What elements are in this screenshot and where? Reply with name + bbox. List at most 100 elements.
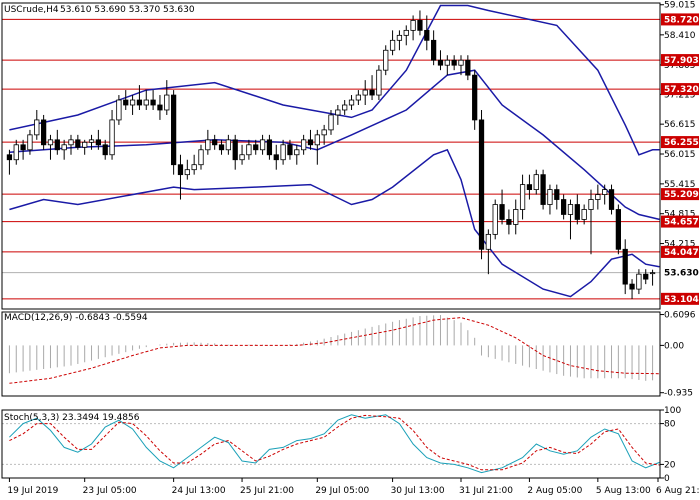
bullish-candle: [513, 209, 519, 225]
bullish-candle: [280, 144, 286, 161]
bullish-candle: [602, 189, 608, 195]
chart-background: [0, 0, 700, 500]
bullish-candle: [34, 119, 40, 136]
bearish-candle: [20, 144, 26, 151]
bearish-candle: [253, 144, 259, 151]
bullish-candle: [27, 134, 33, 151]
bullish-candle: [485, 233, 491, 250]
bullish-candle: [335, 109, 341, 116]
bearish-candle: [540, 174, 546, 205]
bearish-candle: [506, 219, 512, 225]
level-label: 53.104: [664, 295, 699, 305]
bullish-candle: [13, 144, 19, 161]
bullish-candle: [68, 139, 74, 146]
bearish-candle: [499, 204, 505, 220]
bearish-candle: [643, 273, 649, 280]
time-tick-label: 30 Jul 13:00: [391, 486, 445, 496]
bearish-candle: [437, 59, 444, 66]
bearish-candle: [75, 139, 81, 148]
level-label: 55.209: [664, 190, 699, 200]
price-tick-label: 58.410: [664, 31, 696, 41]
macd-title: MACD(12,26,9) -0.6843 -0.5594: [4, 313, 148, 323]
bullish-candle: [184, 169, 190, 176]
bearish-candle: [369, 89, 375, 96]
bearish-candle: [171, 94, 177, 166]
macd-tick-label: 0.6096: [664, 311, 696, 321]
bearish-candle: [465, 59, 471, 76]
time-tick-label: 23 Jul 05:00: [83, 486, 137, 496]
time-tick-label: 24 Jul 13:00: [172, 486, 226, 496]
bullish-candle: [533, 174, 539, 190]
stoch-tick-label: 0: [664, 474, 670, 484]
bullish-candle: [129, 99, 136, 106]
bearish-candle: [266, 139, 273, 156]
time-tick-label: 25 Jul 21:00: [240, 486, 294, 496]
bullish-candle: [403, 29, 409, 36]
bearish-candle: [561, 199, 567, 215]
bullish-candle: [314, 134, 320, 146]
bullish-candle: [259, 139, 266, 151]
trading-chart: 59.01558.41057.80557.21556.61556.01555.4…: [0, 0, 700, 500]
bullish-candle: [225, 139, 231, 151]
level-label: 54.657: [664, 218, 699, 228]
bullish-candle: [191, 164, 197, 171]
bullish-candle: [444, 59, 450, 66]
bullish-candle: [492, 204, 498, 235]
bullish-candle: [348, 99, 355, 106]
bullish-candle: [143, 99, 149, 106]
bullish-candle: [205, 139, 211, 151]
bullish-candle: [649, 272, 656, 275]
bullish-candle: [376, 69, 382, 96]
bullish-candle: [595, 194, 601, 200]
bearish-candle: [307, 139, 314, 146]
bearish-candle: [102, 144, 108, 156]
bearish-candle: [615, 209, 621, 250]
bullish-candle: [301, 139, 307, 151]
bearish-candle: [608, 189, 615, 210]
bullish-candle: [82, 141, 88, 148]
bearish-candle: [629, 283, 635, 290]
bullish-candle: [362, 89, 368, 96]
macd-tick-label: 0.00: [664, 341, 684, 351]
bearish-candle: [157, 104, 163, 111]
bullish-candle: [636, 273, 642, 290]
time-tick-label: 19 Jul 2019: [7, 486, 58, 496]
bullish-candle: [116, 99, 122, 121]
bullish-candle: [458, 59, 464, 66]
bullish-candle: [47, 139, 54, 146]
bullish-candle: [164, 94, 170, 111]
bullish-candle: [389, 39, 396, 51]
bullish-candle: [519, 184, 526, 210]
bearish-candle: [41, 119, 47, 146]
stoch-tick-label: 80: [664, 420, 676, 430]
time-tick-label: 5 Aug 13:00: [596, 486, 651, 496]
bearish-candle: [218, 144, 225, 151]
main-title: USCrude,H4: [4, 5, 59, 15]
bullish-candle: [198, 149, 204, 166]
bearish-candle: [554, 189, 560, 200]
time-tick-label: 29 Jul 05:00: [315, 486, 369, 496]
time-tick-label: 2 Aug 05:00: [527, 486, 582, 496]
price-tick-label: 59.015: [664, 1, 696, 11]
bullish-candle: [581, 209, 587, 220]
bearish-candle: [472, 74, 478, 121]
bullish-candle: [321, 129, 327, 136]
level-label: 57.903: [664, 56, 699, 66]
bearish-candle: [526, 184, 533, 190]
bearish-candle: [136, 99, 143, 106]
bullish-candle: [547, 189, 553, 205]
bearish-candle: [54, 139, 60, 151]
level-label: 54.047: [664, 248, 699, 258]
price-tick-label: 56.615: [664, 120, 696, 130]
bearish-candle: [622, 248, 628, 285]
bearish-candle: [431, 39, 437, 61]
bearish-candle: [478, 119, 485, 250]
current-price-label: 53.630: [664, 269, 699, 279]
bearish-candle: [177, 164, 184, 176]
stoch-tick-label: 100: [664, 406, 681, 416]
bullish-candle: [410, 20, 416, 31]
bullish-candle: [88, 139, 95, 143]
price-tick-label: 56.015: [664, 150, 696, 160]
bullish-candle: [246, 144, 252, 156]
time-tick-label: 6 Aug 21:00: [656, 486, 700, 496]
